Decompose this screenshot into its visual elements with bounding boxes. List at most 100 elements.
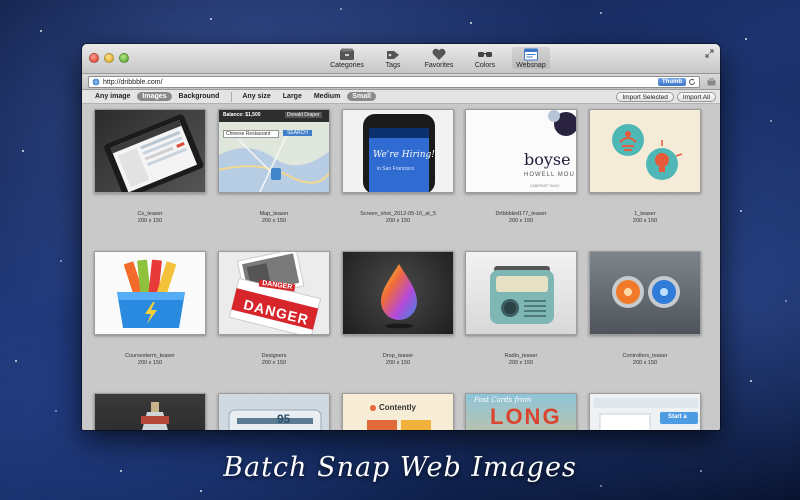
filter-background[interactable]: Background <box>174 92 225 101</box>
toolbar-colors-button[interactable]: Colors <box>466 47 504 69</box>
thumbnail-image <box>94 393 206 430</box>
gallery-item[interactable]: boyse HOWELL MOU CABERNET SAUV Dribbbled… <box>465 109 577 225</box>
thumbnail-image <box>94 251 206 335</box>
toolbar: Categories Tags Favorites Colors Websnap <box>328 47 550 69</box>
gallery-item[interactable]: 1_teaser 200 x 150 <box>589 109 701 225</box>
image-size: 200 x 150 <box>632 360 658 366</box>
gallery-item[interactable]: Cs_teaser 200 x 150 <box>94 109 206 225</box>
gallery-item[interactable]: 95 <box>218 393 330 430</box>
filter-large[interactable]: Large <box>278 92 307 101</box>
reload-icon[interactable] <box>688 78 696 86</box>
url-bar: http://dribbble.com/ Thumb <box>82 74 720 90</box>
gallery-item[interactable]: Balance: $1,500 Donald Draper Chinese Re… <box>218 109 330 225</box>
image-size: 200 x 150 <box>261 360 287 366</box>
thumbnail-image: Contently <box>342 393 454 430</box>
globe-icon <box>92 78 100 86</box>
filter-divider <box>231 91 233 102</box>
zoom-button[interactable] <box>119 53 129 63</box>
image-size: 200 x 150 <box>385 360 411 366</box>
thumbnail-image: Start a <box>589 393 701 430</box>
toolbar-websnap-button[interactable]: Websnap <box>512 47 550 69</box>
thumbnail-image: Balance: $1,500 Donald Draper Chinese Re… <box>218 109 330 193</box>
image-name: Radio_teaser <box>504 353 538 359</box>
thumbnail-image: DANGER DANGER <box>218 251 330 335</box>
import-all-button[interactable]: Import All <box>676 92 716 102</box>
location-text: in San Francisco <box>377 166 415 172</box>
postcard-title-text: LONG <box>490 404 562 429</box>
filter-medium[interactable]: Medium <box>309 92 345 101</box>
toolbar-label: Categories <box>330 62 364 69</box>
toolbar-tags-button[interactable]: Tags <box>374 47 412 69</box>
start-button-text: Start a <box>668 414 687 420</box>
thumb-button[interactable]: Thumb <box>658 78 686 86</box>
balance-text: Balance: $1,500 <box>223 112 261 118</box>
gallery-item[interactable]: Controllers_teaser 200 x 150 <box>589 251 701 367</box>
image-name: 1_teaser <box>634 211 656 217</box>
postcard-script-text: Post Cards from <box>474 396 532 404</box>
image-size: 200 x 150 <box>508 218 534 224</box>
promo-tagline: Batch Snap Web Images <box>223 452 577 483</box>
image-name: Coursesterm_teaser <box>125 353 175 359</box>
app-window: Categories Tags Favorites Colors Websnap… <box>82 44 720 430</box>
image-name: Drop_teaser <box>382 353 414 359</box>
gallery-item[interactable]: Radio_teaser 200 x 150 <box>465 251 577 367</box>
thumbnail-image: 95 <box>218 393 330 430</box>
image-name: Designers <box>261 353 287 359</box>
close-button[interactable] <box>89 53 99 63</box>
image-name: Dribbbled177_teaser <box>495 211 547 217</box>
filter-images[interactable]: Images <box>137 92 172 101</box>
heart-icon <box>430 47 448 61</box>
thumbnail-image <box>342 251 454 335</box>
import-actions: Import Selected Import All <box>616 92 716 102</box>
contently-text: Contently <box>379 403 416 412</box>
search-field-text: Chinese Restaurant <box>223 130 280 138</box>
thumbnail-image <box>589 251 701 335</box>
categories-icon <box>338 47 356 61</box>
download-icon[interactable] <box>707 77 716 86</box>
gallery-item[interactable]: Post Cards from LONG <box>465 393 577 430</box>
user-name-text: Donald Draper <box>285 112 322 118</box>
image-name: Cs_teaser <box>137 211 163 217</box>
image-size: 200 x 150 <box>261 218 287 224</box>
websnap-icon <box>522 47 540 61</box>
import-selected-button[interactable]: Import Selected <box>616 92 674 102</box>
image-size: 200 x 150 <box>632 218 658 224</box>
url-input[interactable]: http://dribbble.com/ Thumb <box>88 76 700 88</box>
tags-icon <box>384 47 402 61</box>
titlebar: Categories Tags Favorites Colors Websnap <box>82 44 720 74</box>
fullscreen-icon[interactable] <box>705 49 714 58</box>
image-size: 200 x 150 <box>385 218 411 224</box>
image-size: 200 x 150 <box>137 218 163 224</box>
filter-any-size[interactable]: Any size <box>237 92 275 101</box>
url-text: http://dribbble.com/ <box>103 78 163 86</box>
toolbar-favorites-button[interactable]: Favorites <box>420 47 458 69</box>
image-size: 200 x 150 <box>137 360 163 366</box>
counter-text: 95 <box>277 412 291 426</box>
toolbar-label: Tags <box>385 62 401 69</box>
gallery-item[interactable]: Start a <box>589 393 701 430</box>
brand-subtitle-text: HOWELL MOU <box>524 172 575 178</box>
glasses-icon <box>476 47 494 61</box>
minimize-button[interactable] <box>104 53 114 63</box>
toolbar-label: Websnap <box>516 62 546 69</box>
gallery-item[interactable]: Drop_teaser 200 x 150 <box>342 251 454 367</box>
toolbar-label: Colors <box>474 62 496 69</box>
gallery-item[interactable]: Contently <box>342 393 454 430</box>
filter-any-image[interactable]: Any image <box>90 92 135 101</box>
window-controls <box>89 53 129 63</box>
gallery-item[interactable]: DANGER DANGER Designers 200 x 150 <box>218 251 330 367</box>
thumbnail-image: We're Hiring! in San Francisco <box>342 109 454 193</box>
thumbnail-image <box>94 109 206 193</box>
gallery-item[interactable]: Coursesterm_teaser 200 x 150 <box>94 251 206 367</box>
image-name: Map_teaser <box>259 211 289 217</box>
toolbar-categories-button[interactable]: Categories <box>328 47 366 69</box>
gallery-item[interactable] <box>94 393 206 430</box>
filter-bar: Any image Images Background Any size Lar… <box>82 90 720 104</box>
brand-title-text: boyse <box>524 150 571 169</box>
filter-small[interactable]: Small <box>347 92 376 101</box>
brand-tiny-text: CABERNET SAUV <box>530 184 560 188</box>
toolbar-label: Favorites <box>424 62 454 69</box>
gallery-item[interactable]: We're Hiring! in San Francisco Screen_sh… <box>342 109 454 225</box>
thumbnail-image <box>589 109 701 193</box>
thumbnail-image <box>465 251 577 335</box>
